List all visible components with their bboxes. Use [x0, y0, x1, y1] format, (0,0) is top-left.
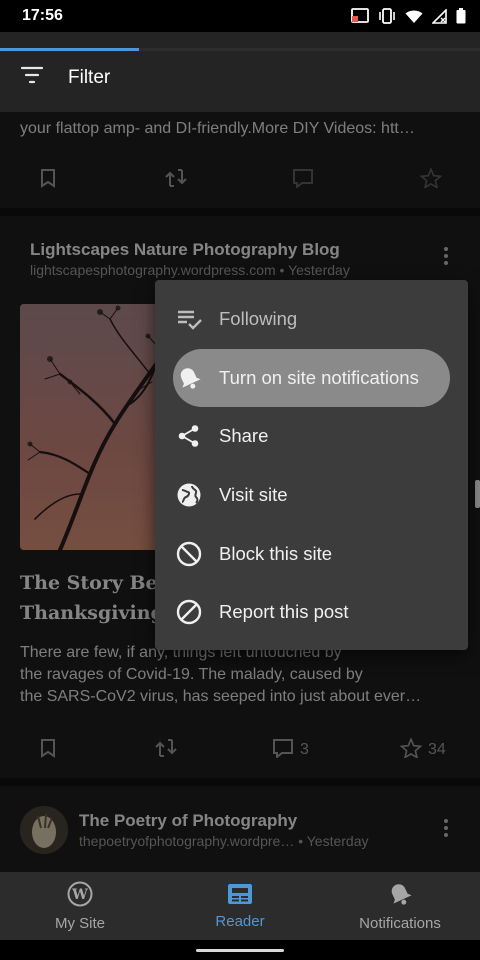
menu-item-share[interactable]: Share [155, 407, 468, 466]
loading-progress-bar [0, 48, 480, 51]
report-icon [175, 598, 203, 626]
app-bar: Filter [0, 32, 480, 112]
menu-item-report-post[interactable]: Report this post [155, 583, 468, 642]
menu-item-turn-on-notifications[interactable]: Turn on site notifications [155, 348, 468, 408]
wordpress-icon: W [67, 881, 93, 911]
home-gesture-handle[interactable] [196, 949, 284, 952]
status-time: 17:56 [22, 7, 63, 24]
menu-item-label: Block this site [219, 542, 333, 564]
menu-item-label: Report this post [219, 601, 349, 623]
menu-item-label: Turn on site notifications [219, 366, 419, 388]
post-options-menu: Following Turn on site notifications Sha… [155, 280, 468, 650]
progress-fill [0, 48, 140, 51]
following-check-icon [175, 305, 203, 333]
signal-icon [432, 8, 447, 24]
menu-item-block-site[interactable]: Block this site [155, 524, 468, 583]
cast-icon [351, 8, 369, 24]
nav-notifications[interactable]: Notifications [320, 872, 480, 940]
nav-notifications-label: Notifications [359, 914, 441, 932]
menu-item-label: Visit site [219, 484, 288, 506]
filter-button[interactable]: Filter [20, 66, 110, 89]
bell-icon [175, 364, 203, 392]
nav-reader[interactable]: Reader [160, 872, 320, 940]
block-icon [175, 540, 203, 568]
nav-my-site-label: My Site [54, 914, 105, 932]
bottom-navigation: W My Site Reader Notifications [0, 872, 480, 940]
battery-icon [456, 8, 466, 24]
reader-icon [227, 883, 253, 909]
menu-item-label: Following [219, 308, 298, 330]
menu-item-visit-site[interactable]: Visit site [155, 466, 468, 525]
status-icons [351, 8, 466, 24]
wifi-icon [405, 9, 423, 24]
globe-icon [175, 481, 203, 509]
filter-icon [20, 66, 44, 89]
gesture-navigation-area [0, 940, 480, 960]
nav-my-site[interactable]: W My Site [0, 872, 160, 940]
menu-item-following[interactable]: Following [155, 290, 468, 349]
nav-reader-label: Reader [215, 912, 265, 930]
scrollbar-thumb[interactable] [475, 480, 480, 508]
menu-item-label: Share [219, 425, 269, 447]
filter-label: Filter [68, 66, 111, 88]
share-icon [175, 422, 203, 450]
status-bar: 17:56 [0, 0, 480, 32]
svg-text:W: W [71, 887, 88, 903]
vibrate-icon [378, 8, 396, 24]
bell-icon [387, 881, 413, 911]
